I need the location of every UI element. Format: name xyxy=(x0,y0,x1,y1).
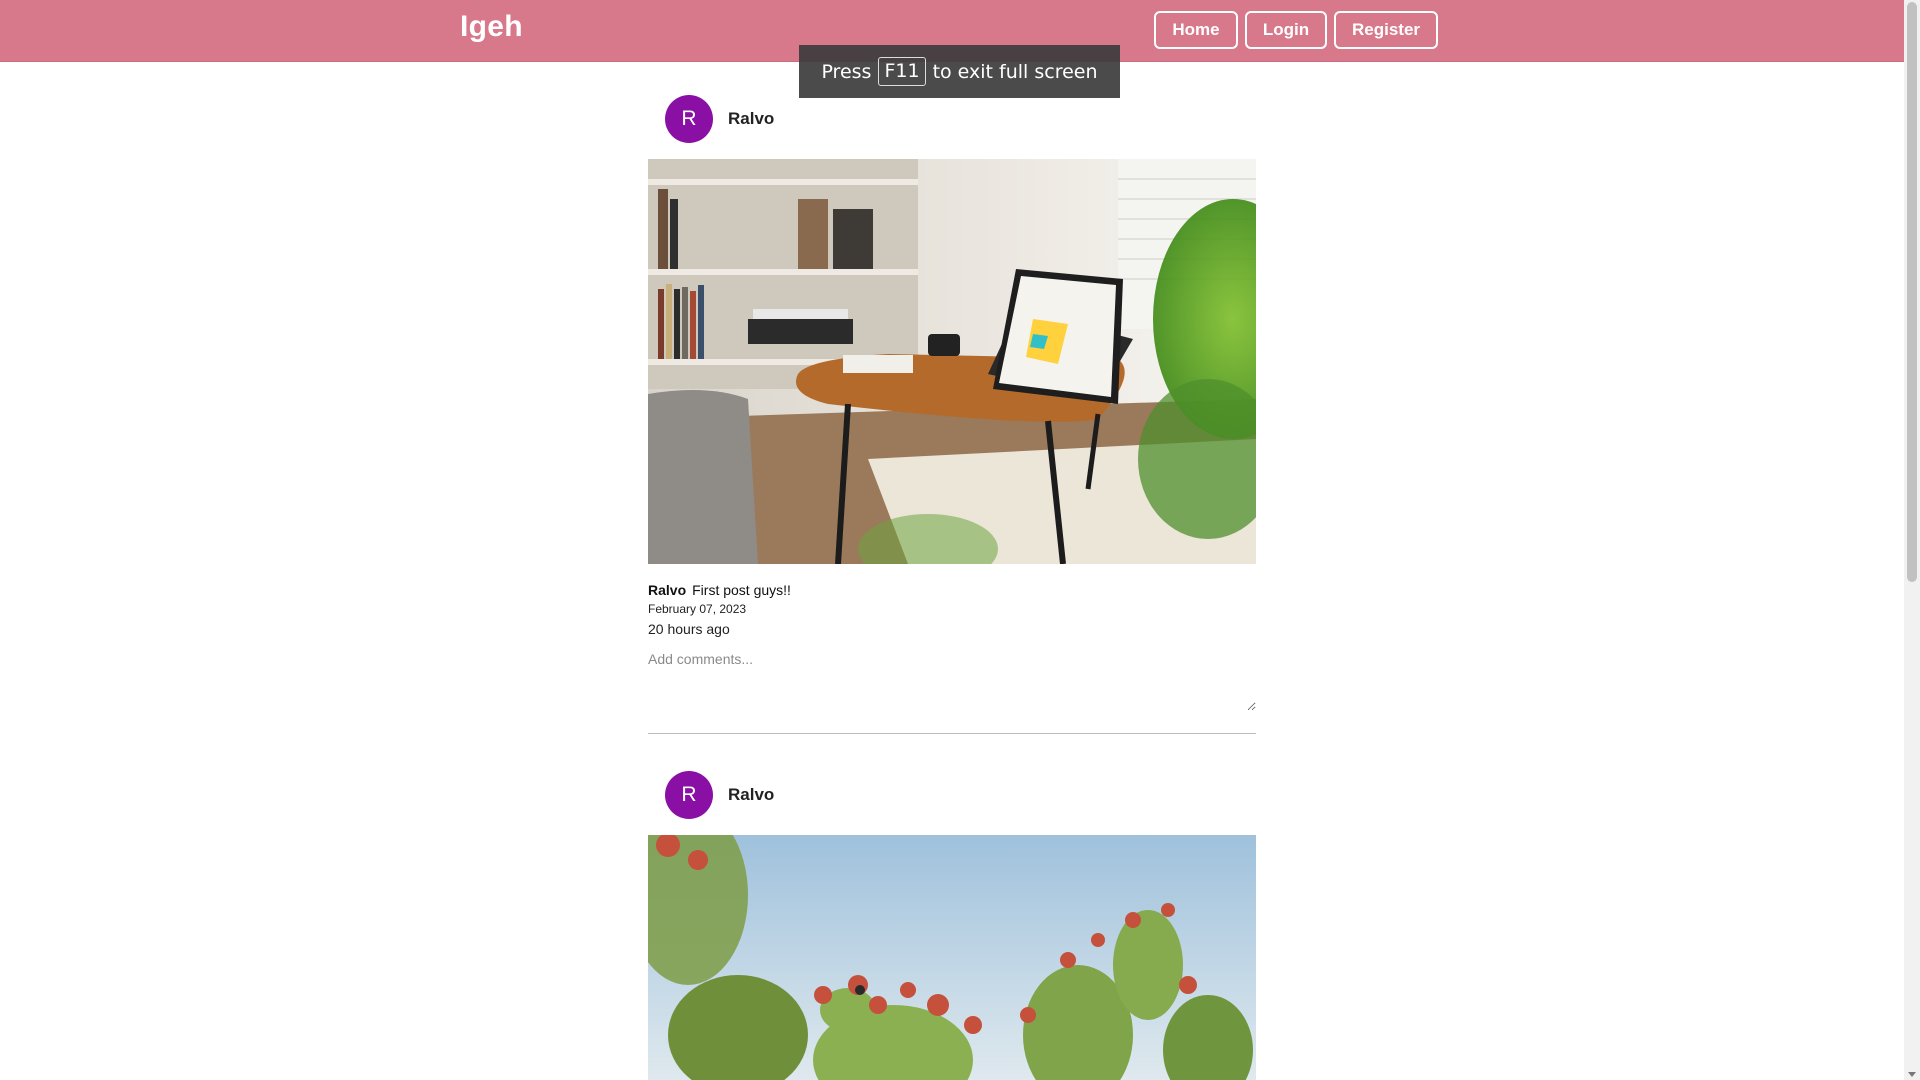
scroll-down-arrow-icon[interactable] xyxy=(1908,1072,1916,1077)
cactus-image xyxy=(648,835,1256,1080)
avatar[interactable]: R xyxy=(665,771,713,819)
laptop-table-image xyxy=(648,159,1256,564)
post-header: R Ralvo xyxy=(648,771,1256,835)
post-image xyxy=(648,835,1256,1080)
register-button[interactable]: Register xyxy=(1334,11,1438,49)
post-card: R Ralvo xyxy=(648,95,1256,734)
post-divider xyxy=(648,733,1256,734)
scrollbar-thumb[interactable] xyxy=(1907,2,1917,582)
brand-logo[interactable]: Igeh xyxy=(460,10,523,44)
fullscreen-notice-prefix: Press xyxy=(821,60,872,83)
post-header: R Ralvo xyxy=(648,95,1256,159)
fullscreen-notice-suffix: to exit full screen xyxy=(932,60,1098,83)
post-relative-time: 20 hours ago xyxy=(648,621,730,637)
fullscreen-key: F11 xyxy=(878,57,926,86)
avatar[interactable]: R xyxy=(665,95,713,143)
post-card: R Ralvo xyxy=(648,771,1256,1080)
add-comment-input[interactable] xyxy=(648,651,1256,711)
caption-text: First post guys!! xyxy=(692,582,791,598)
post-author[interactable]: Ralvo xyxy=(728,785,774,805)
post-author[interactable]: Ralvo xyxy=(728,109,774,129)
post-date: February 07, 2023 xyxy=(648,602,747,616)
caption-author[interactable]: Ralvo xyxy=(648,582,686,598)
home-button[interactable]: Home xyxy=(1154,11,1238,49)
post-image xyxy=(648,159,1256,564)
fullscreen-notice: Press F11 to exit full screen xyxy=(799,45,1120,98)
page-scrollbar[interactable] xyxy=(1904,0,1920,1080)
login-button[interactable]: Login xyxy=(1245,11,1327,49)
post-caption: Ralvo First post guys!! xyxy=(648,582,791,598)
